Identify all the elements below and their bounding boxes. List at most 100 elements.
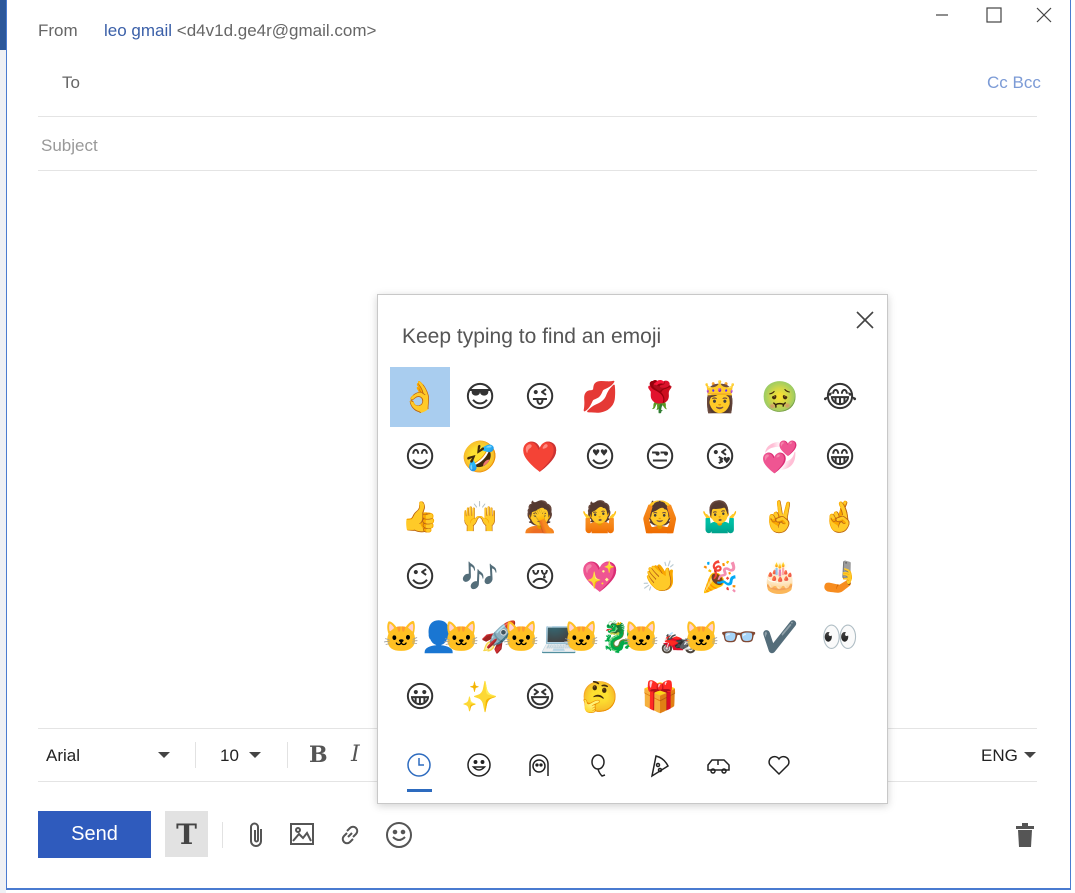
category-activities-tab[interactable]: [579, 747, 619, 783]
attach-button[interactable]: [245, 821, 269, 854]
emoji-button[interactable]: 👍: [390, 487, 450, 547]
emoji-button[interactable]: 🙌: [450, 487, 510, 547]
emoji-button[interactable]: 🎁: [630, 667, 690, 727]
toolbar-separator: [287, 742, 288, 768]
emoji-button[interactable]: 🤦: [510, 487, 570, 547]
emoji-button[interactable]: ✔️: [750, 607, 810, 667]
emoji-button[interactable]: 😢: [510, 547, 570, 607]
emoji-button[interactable]: 💋: [570, 367, 630, 427]
emoji-button[interactable]: 😜: [510, 367, 570, 427]
emoji-button[interactable]: 🎶: [450, 547, 510, 607]
emoji-button[interactable]: 🤔: [570, 667, 630, 727]
smiley-icon: [467, 753, 491, 777]
emoji-panel-close-button[interactable]: [854, 309, 876, 331]
emoji-button[interactable]: 😒: [630, 427, 690, 487]
category-symbols-tab[interactable]: [759, 747, 799, 783]
window-border-left: [6, 0, 7, 890]
category-food-tab[interactable]: [639, 747, 679, 783]
emoji-button[interactable]: ✨: [450, 667, 510, 727]
recent-icon: [407, 753, 431, 777]
pizza-icon: [650, 755, 669, 778]
emoji-button[interactable]: 😁: [810, 427, 870, 487]
emoji-button[interactable]: 🙆: [630, 487, 690, 547]
emoji-button[interactable]: 🐱‍🚀: [443, 607, 518, 667]
close-icon: [1036, 7, 1052, 23]
action-separator: [222, 822, 223, 848]
emoji-button[interactable]: 😍: [570, 427, 630, 487]
window-border-bottom: [6, 888, 1071, 890]
emoji-button[interactable]: [384, 820, 414, 855]
balloon-icon: [591, 754, 606, 777]
to-label: To: [62, 73, 80, 92]
font-size-select[interactable]: 10: [220, 746, 239, 766]
active-category-indicator: [407, 789, 432, 792]
maximize-button[interactable]: [977, 2, 1011, 28]
emoji-button[interactable]: 😘: [690, 427, 750, 487]
discard-button[interactable]: [1013, 822, 1037, 853]
close-window-button[interactable]: [1027, 2, 1061, 28]
insert-image-button[interactable]: [289, 822, 315, 851]
text-format-button[interactable]: T: [165, 811, 208, 857]
emoji-button[interactable]: 🐱‍💻: [503, 607, 578, 667]
smiley-icon: [386, 822, 412, 848]
category-recent-tab[interactable]: [399, 747, 439, 783]
emoji-button[interactable]: 🤞: [810, 487, 870, 547]
emoji-button[interactable]: 🤷‍♂️: [690, 487, 750, 547]
image-icon: [290, 823, 314, 845]
maximize-icon: [986, 7, 1002, 23]
emoji-button[interactable]: 😊: [390, 427, 450, 487]
emoji-button[interactable]: 🤣: [450, 427, 510, 487]
category-people-tab[interactable]: [519, 747, 559, 783]
emoji-button[interactable]: 👸: [690, 367, 750, 427]
insert-link-button[interactable]: [336, 822, 364, 853]
emoji-button[interactable]: 👏: [630, 547, 690, 607]
emoji-button[interactable]: 🌹: [630, 367, 690, 427]
people-icon: [529, 754, 549, 776]
italic-button[interactable]: I: [351, 742, 360, 767]
cc-bcc-link[interactable]: Cc Bcc: [987, 73, 1041, 93]
emoji-button[interactable]: 😂: [810, 367, 870, 427]
language-chevron-down-icon: [1024, 752, 1036, 758]
from-address: <d4v1d.ge4r@gmail.com>: [176, 21, 377, 40]
subject-input[interactable]: Subject: [41, 136, 98, 156]
emoji-button[interactable]: 😆: [510, 667, 570, 727]
emoji-button[interactable]: 🐱‍🐉: [563, 607, 638, 667]
minimize-button[interactable]: [925, 2, 959, 28]
emoji-button[interactable]: 💖: [570, 547, 630, 607]
from-account[interactable]: leo gmail <d4v1d.ge4r@gmail.com>: [104, 21, 376, 41]
font-family-select[interactable]: Arial: [46, 746, 80, 766]
link-icon: [341, 825, 359, 845]
paperclip-icon: [250, 822, 262, 847]
emoji-button[interactable]: 💞: [750, 427, 810, 487]
emoji-button[interactable]: 🐱‍🏍: [623, 607, 698, 667]
heart-icon: [768, 755, 790, 776]
emoji-button[interactable]: 🎂: [750, 547, 810, 607]
category-smileys-tab[interactable]: [459, 747, 499, 783]
close-icon: [856, 311, 874, 329]
emoji-button[interactable]: 👀: [810, 607, 870, 667]
emoji-button[interactable]: 🐱‍👓: [683, 607, 758, 667]
emoji-button[interactable]: 🤷: [570, 487, 630, 547]
send-button[interactable]: Send: [38, 811, 151, 858]
emoji-button[interactable]: 🤳: [810, 547, 870, 607]
car-icon: [707, 759, 730, 774]
emoji-button[interactable]: ✌️: [750, 487, 810, 547]
emoji-button[interactable]: ❤️: [510, 427, 570, 487]
to-divider: [38, 116, 1037, 117]
emoji-button[interactable]: 🤢: [750, 367, 810, 427]
bold-button[interactable]: B: [309, 742, 328, 768]
emoji-button[interactable]: 😉: [390, 547, 450, 607]
from-label: From: [38, 21, 78, 40]
emoji-button[interactable]: 🎉: [690, 547, 750, 607]
minimize-icon: [936, 14, 948, 16]
from-name: leo gmail: [104, 21, 173, 40]
emoji-search-hint: Keep typing to find an emoji: [402, 325, 662, 348]
emoji-button[interactable]: 🐱‍👤: [383, 607, 458, 667]
toolbar-separator: [195, 742, 196, 768]
emoji-button[interactable]: 😀: [390, 667, 450, 727]
language-select[interactable]: ENG: [981, 746, 1018, 766]
emoji-button[interactable]: 👌: [390, 367, 450, 427]
category-travel-tab[interactable]: [699, 747, 739, 783]
font-family-chevron-down-icon: [158, 752, 170, 758]
emoji-button[interactable]: 😎: [450, 367, 510, 427]
